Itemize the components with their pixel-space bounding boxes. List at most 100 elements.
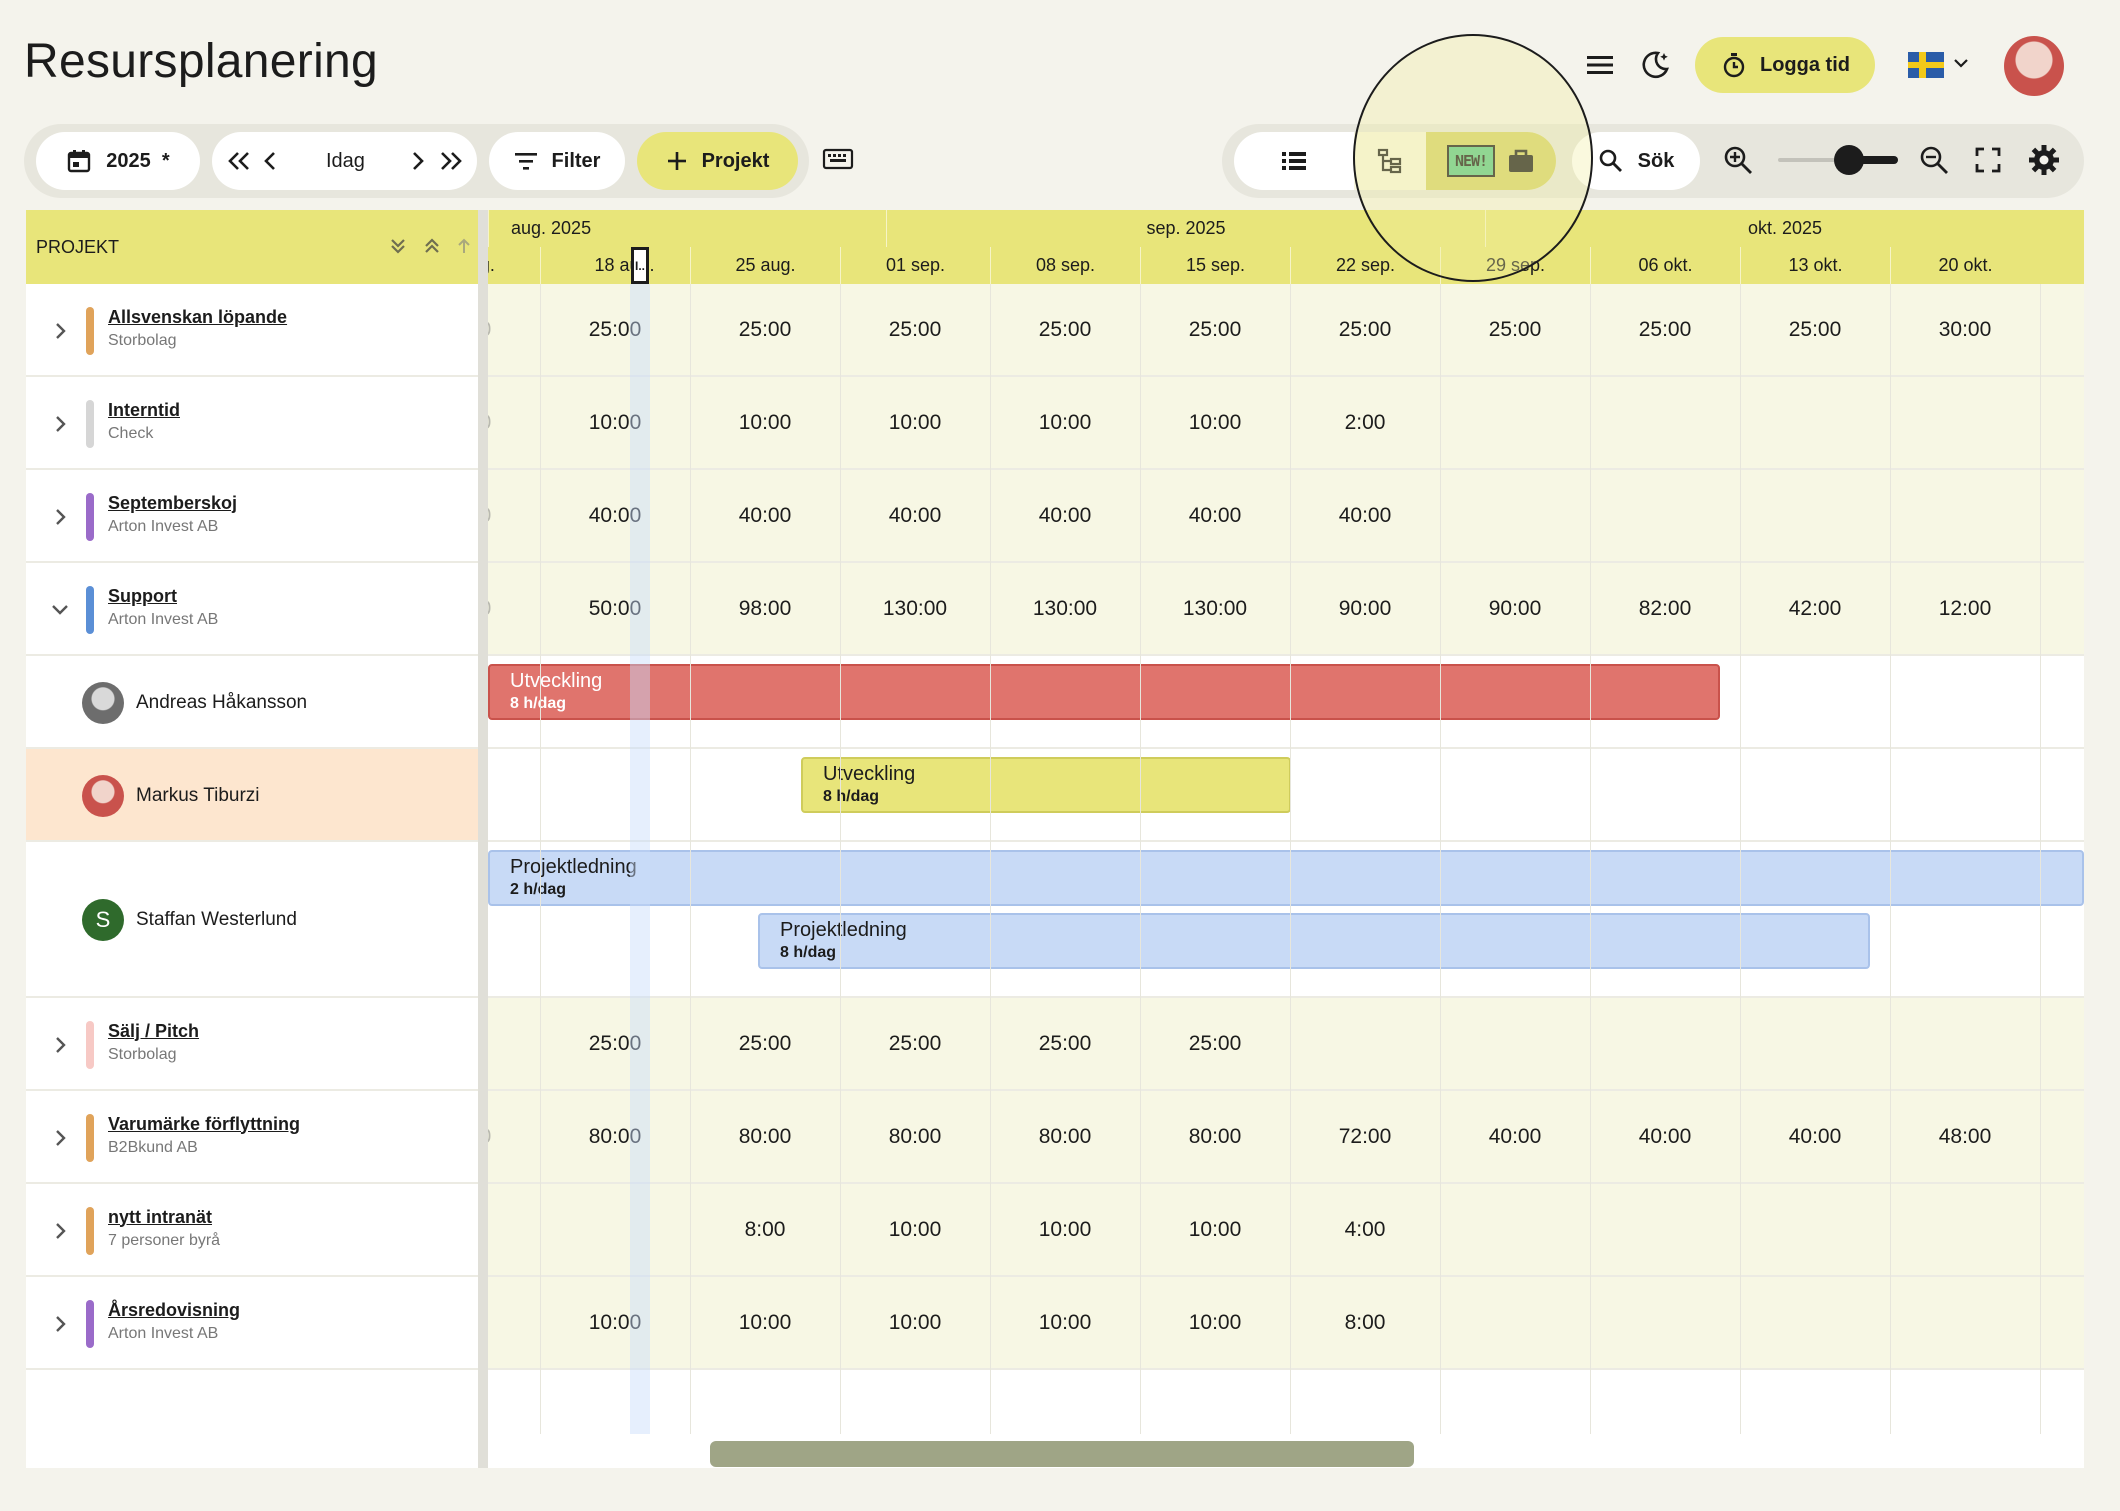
hours-cell[interactable]: 80:00 xyxy=(840,1091,990,1182)
hours-cell[interactable]: 10:00 xyxy=(840,1184,990,1275)
chevron-right-icon[interactable] xyxy=(48,1312,72,1341)
hours-cell[interactable]: 10:00 xyxy=(488,377,540,468)
person-name[interactable]: Staffan Westerlund xyxy=(136,909,297,931)
hours-cell[interactable]: 10:00 xyxy=(1140,1184,1290,1275)
hours-cell[interactable]: 130:00 xyxy=(840,563,990,654)
chevron-left-icon[interactable] xyxy=(262,149,278,179)
hours-cell[interactable]: 25:00 xyxy=(990,998,1140,1089)
hours-cell[interactable] xyxy=(1590,377,1740,468)
hours-cell[interactable] xyxy=(1290,998,1440,1089)
hours-cell[interactable] xyxy=(1740,377,1890,468)
hours-cell[interactable]: 25:00 xyxy=(488,284,540,375)
keyboard-icon[interactable] xyxy=(822,146,854,177)
hours-cell[interactable] xyxy=(540,1184,690,1275)
chevron-right-icon[interactable] xyxy=(48,1033,72,1062)
zoom-in-icon[interactable] xyxy=(1722,144,1754,181)
hours-cell[interactable]: 25:00 xyxy=(1440,284,1590,375)
hours-cell[interactable]: 10:00 xyxy=(840,377,990,468)
double-chevron-right-icon[interactable] xyxy=(438,149,464,179)
hours-cell[interactable]: 40:00 xyxy=(990,470,1140,561)
project-name[interactable]: Sälj / Pitch xyxy=(108,1021,199,1042)
hours-cell[interactable]: 90:00 xyxy=(1290,563,1440,654)
dark-mode-icon[interactable] xyxy=(1638,48,1672,82)
project-name[interactable]: nytt intranät xyxy=(108,1207,212,1228)
tree-view-button[interactable] xyxy=(1354,132,1426,190)
hours-cell[interactable] xyxy=(1890,1277,2040,1368)
hours-cell[interactable]: 40:00 xyxy=(1440,1091,1590,1182)
hours-cell[interactable]: 10:00 xyxy=(1140,1277,1290,1368)
project-name[interactable]: Septemberskoj xyxy=(108,493,237,514)
hours-cell[interactable] xyxy=(1590,470,1740,561)
chevron-right-icon[interactable] xyxy=(48,319,72,348)
chevron-right-icon[interactable] xyxy=(410,149,426,179)
horizontal-scrollbar[interactable] xyxy=(710,1441,1414,1467)
hours-cell[interactable] xyxy=(488,998,540,1089)
panel-divider[interactable] xyxy=(478,210,488,1468)
assignment-bar[interactable]: Projektledning 2 h/dag xyxy=(488,850,2084,906)
hours-cell[interactable] xyxy=(1890,470,2040,561)
hours-cell[interactable] xyxy=(1740,1277,1890,1368)
hours-cell[interactable] xyxy=(1740,998,1890,1089)
zoom-out-icon[interactable] xyxy=(1918,144,1950,181)
hours-cell[interactable]: 10:00 xyxy=(540,377,690,468)
hours-cell[interactable]: 12:00 xyxy=(1890,563,2040,654)
project-row[interactable]: Sälj / Pitch Storbolag xyxy=(26,998,478,1091)
chevron-right-icon[interactable] xyxy=(48,505,72,534)
swedish-flag-icon[interactable] xyxy=(1908,52,1944,78)
hours-cell[interactable]: 10:00 xyxy=(990,377,1140,468)
hours-cell[interactable] xyxy=(1890,1184,2040,1275)
fullscreen-icon[interactable] xyxy=(1974,146,2002,179)
project-row[interactable]: Septemberskoj Arton Invest AB xyxy=(26,470,478,563)
hours-cell[interactable] xyxy=(1740,1184,1890,1275)
hours-cell[interactable]: 80:00 xyxy=(690,1091,840,1182)
chevron-down-icon[interactable] xyxy=(48,598,72,627)
hours-cell[interactable]: 8:00 xyxy=(1290,1277,1440,1368)
search-button[interactable]: Sök xyxy=(1572,132,1700,190)
add-project-button[interactable]: Projekt xyxy=(637,132,798,190)
hours-cell[interactable]: 10:00 xyxy=(840,1277,990,1368)
hours-cell[interactable]: 10:00 xyxy=(690,1277,840,1368)
hours-cell[interactable] xyxy=(1440,470,1590,561)
hours-cell[interactable]: 25:00 xyxy=(990,284,1140,375)
zoom-slider-thumb[interactable] xyxy=(1834,145,1864,175)
hours-cell[interactable]: 8:00 xyxy=(690,1184,840,1275)
hours-cell[interactable] xyxy=(1740,470,1890,561)
log-time-button[interactable]: Logga tid xyxy=(1695,37,1875,93)
hours-cell[interactable]: 25:00 xyxy=(1590,284,1740,375)
assignment-bar[interactable]: Utveckling 8 h/dag xyxy=(488,664,1720,720)
person-row[interactable]: S Staffan Westerlund xyxy=(26,842,478,998)
hours-cell[interactable]: 72:00 xyxy=(1290,1091,1440,1182)
hours-cell[interactable]: 25:00 xyxy=(540,284,690,375)
project-row[interactable]: Årsredovisning Arton Invest AB xyxy=(26,1277,478,1370)
project-name[interactable]: Allsvenskan löpande xyxy=(108,307,287,328)
hours-cell[interactable]: 48:00 xyxy=(1890,1091,2040,1182)
user-avatar[interactable] xyxy=(2004,36,2064,96)
filter-button[interactable]: Filter xyxy=(489,132,625,190)
chevron-right-icon[interactable] xyxy=(48,1126,72,1155)
resource-view-button[interactable]: NEW! xyxy=(1426,132,1556,190)
collapse-all-icon[interactable] xyxy=(422,236,442,261)
hours-cell[interactable]: 40:00 xyxy=(1590,1091,1740,1182)
hours-cell[interactable] xyxy=(488,1184,540,1275)
project-row[interactable]: Allsvenskan löpande Storbolag xyxy=(26,284,478,377)
hours-cell[interactable]: 80:00 xyxy=(488,1091,540,1182)
hours-cell[interactable]: 40:00 xyxy=(1290,470,1440,561)
expand-all-icon[interactable] xyxy=(388,236,408,261)
project-name[interactable]: Interntid xyxy=(108,400,180,421)
hours-cell[interactable] xyxy=(1890,998,2040,1089)
person-row[interactable]: Andreas Håkansson xyxy=(26,656,478,749)
hours-cell[interactable]: 80:00 xyxy=(990,1091,1140,1182)
hours-cell[interactable]: 24:00 xyxy=(488,470,540,561)
list-view-button[interactable] xyxy=(1234,132,1354,190)
hours-cell[interactable]: 2:00 xyxy=(1290,377,1440,468)
person-name[interactable]: Andreas Håkansson xyxy=(136,692,307,714)
hours-cell[interactable] xyxy=(1440,998,1590,1089)
menu-icon[interactable] xyxy=(1585,50,1615,80)
double-chevron-left-icon[interactable] xyxy=(226,149,252,179)
hours-cell[interactable]: 25:00 xyxy=(1290,284,1440,375)
hours-cell[interactable]: 50:00 xyxy=(488,563,540,654)
project-row[interactable]: Support Arton Invest AB xyxy=(26,563,478,656)
hours-cell[interactable]: 25:00 xyxy=(540,998,690,1089)
hours-cell[interactable] xyxy=(1440,377,1590,468)
project-name[interactable]: Varumärke förflyttning xyxy=(108,1114,300,1135)
